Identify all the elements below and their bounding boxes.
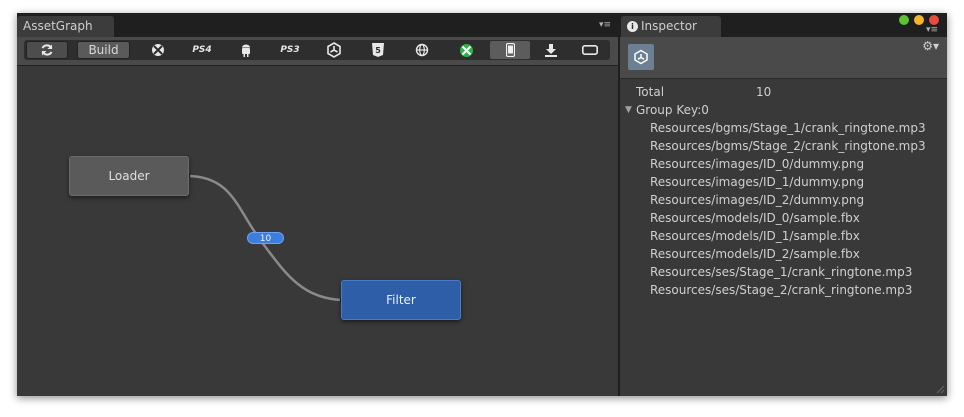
info-icon: i bbox=[627, 21, 638, 32]
asset-graph-panel: AssetGraph ▾≡ Build PS4 PS3 5 Loader Fil… bbox=[17, 13, 618, 396]
file-path: Resources/images/ID_1/dummy.png bbox=[650, 175, 865, 189]
window-green-light[interactable] bbox=[899, 15, 909, 25]
file-path: Resources/models/ID_1/sample.fbx bbox=[650, 229, 860, 243]
connection-count-badge[interactable]: 10 bbox=[247, 232, 284, 244]
file-path: Resources/bgms/Stage_1/crank_ringtone.mp… bbox=[650, 121, 926, 135]
settings-gear-icon[interactable]: ⚙▾ bbox=[922, 39, 939, 53]
file-list-item[interactable]: Resources/models/ID_2/sample.fbx bbox=[620, 245, 947, 263]
file-path: Resources/bgms/Stage_2/crank_ringtone.mp… bbox=[650, 139, 926, 153]
file-list-item[interactable]: Resources/models/ID_1/sample.fbx bbox=[620, 227, 947, 245]
file-list-item[interactable]: Resources/images/ID_1/dummy.png bbox=[620, 173, 947, 191]
connection-edge[interactable] bbox=[17, 13, 618, 396]
file-list-item[interactable]: Resources/models/ID_0/sample.fbx bbox=[620, 209, 947, 227]
file-path: Resources/images/ID_0/dummy.png bbox=[650, 157, 865, 171]
file-path: Resources/ses/Stage_1/crank_ringtone.mp3 bbox=[650, 265, 913, 279]
total-row: Total 10 bbox=[620, 83, 947, 101]
inspector-panel: i Inspector ▾≡ ⚙▾ Total 10 ▼ Group Key:0… bbox=[620, 13, 947, 396]
file-path: Resources/models/ID_2/sample.fbx bbox=[650, 247, 860, 261]
filter-node[interactable]: Filter bbox=[341, 280, 461, 320]
group-key-label: Group Key:0 bbox=[636, 103, 709, 117]
file-list-item[interactable]: Resources/bgms/Stage_1/crank_ringtone.mp… bbox=[620, 119, 947, 137]
inspector-header: ⚙▾ bbox=[620, 37, 947, 79]
inspector-tab-label: Inspector bbox=[641, 19, 697, 33]
unity-logo-icon bbox=[634, 49, 648, 65]
resize-grip-icon[interactable] bbox=[935, 384, 945, 394]
window-yellow-light[interactable] bbox=[914, 15, 924, 25]
inspector-menu-icon[interactable]: ▾≡ bbox=[926, 25, 938, 35]
loader-node[interactable]: Loader bbox=[69, 156, 189, 196]
total-value: 10 bbox=[756, 85, 772, 99]
total-label: Total bbox=[636, 85, 665, 99]
file-list-item[interactable]: Resources/ses/Stage_1/crank_ringtone.mp3 bbox=[620, 263, 947, 281]
file-path: Resources/images/ID_2/dummy.png bbox=[650, 193, 865, 207]
inspector-tab[interactable]: i Inspector bbox=[621, 16, 721, 37]
foldout-arrow-icon[interactable]: ▼ bbox=[625, 101, 632, 119]
file-list-item[interactable]: Resources/images/ID_0/dummy.png bbox=[620, 155, 947, 173]
asset-type-button[interactable] bbox=[628, 44, 654, 70]
file-path: Resources/models/ID_0/sample.fbx bbox=[650, 211, 860, 225]
file-path: Resources/ses/Stage_2/crank_ringtone.mp3 bbox=[650, 283, 913, 297]
editor-window: AssetGraph ▾≡ Build PS4 PS3 5 Loader Fil… bbox=[17, 13, 947, 396]
file-list-item[interactable]: Resources/ses/Stage_2/crank_ringtone.mp3 bbox=[620, 281, 947, 299]
inspector-tabbar: i Inspector ▾≡ bbox=[620, 13, 947, 37]
file-list-item[interactable]: Resources/bgms/Stage_2/crank_ringtone.mp… bbox=[620, 137, 947, 155]
window-red-light[interactable] bbox=[929, 15, 939, 25]
file-list-item[interactable]: Resources/images/ID_2/dummy.png bbox=[620, 191, 947, 209]
group-foldout[interactable]: ▼ Group Key:0 bbox=[620, 101, 947, 119]
